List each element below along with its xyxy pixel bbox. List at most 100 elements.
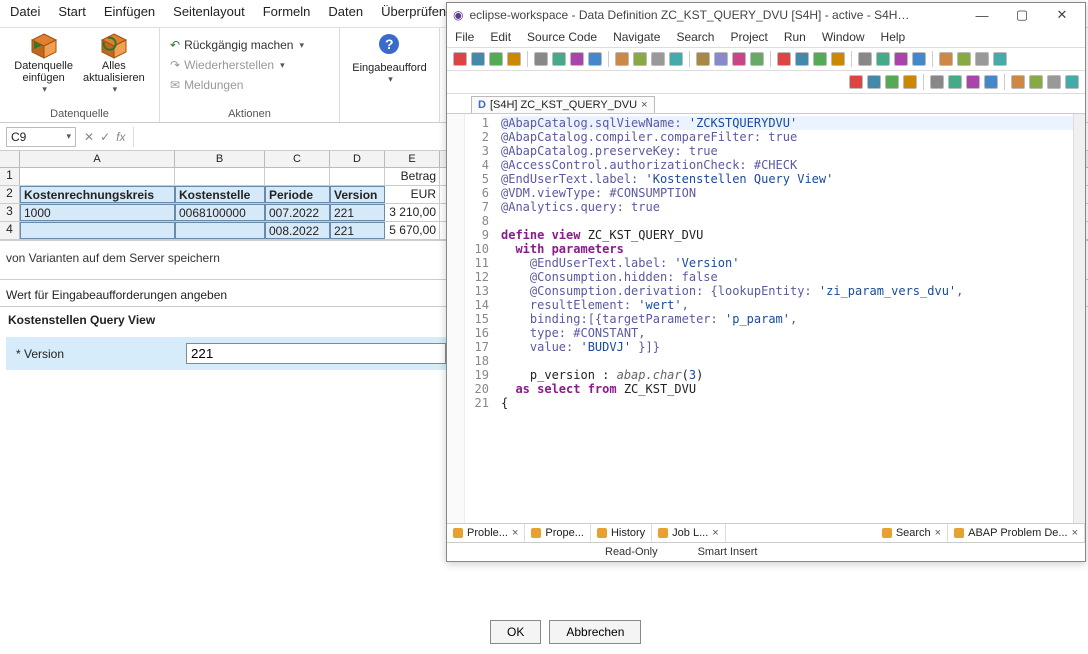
eclipse-menu-window[interactable]: Window xyxy=(822,30,865,44)
cell[interactable]: 221 xyxy=(330,204,385,221)
toolbar-icon[interactable] xyxy=(570,52,584,66)
menu-item-datei[interactable]: Datei xyxy=(10,4,40,21)
toolbar-icon[interactable] xyxy=(948,75,962,89)
close-tab-icon[interactable]: × xyxy=(641,99,647,111)
menu-item-start[interactable]: Start xyxy=(58,4,85,21)
minimize-button[interactable]: — xyxy=(965,8,999,23)
code-line[interactable]: p_version : abap.char(3) xyxy=(501,368,1073,382)
toolbar-icon[interactable] xyxy=(588,52,602,66)
code-line[interactable]: define view ZC_KST_QUERY_DVU xyxy=(501,228,1073,242)
editor-tab[interactable]: D [S4H] ZC_KST_QUERY_DVU × xyxy=(471,96,655,113)
cell[interactable]: 008.2022 xyxy=(265,222,330,239)
toolbar-icon[interactable] xyxy=(552,52,566,66)
toolbar-icon[interactable] xyxy=(903,75,917,89)
cell[interactable]: Betrag xyxy=(385,168,440,185)
toolbar-icon[interactable] xyxy=(894,52,908,66)
close-tab-icon[interactable]: × xyxy=(512,527,518,539)
toolbar-icon[interactable] xyxy=(489,52,503,66)
cell-header[interactable]: Kostenrechnungskreis xyxy=(20,186,175,203)
col-header[interactable]: D xyxy=(330,151,385,167)
cancel-button[interactable]: Abbrechen xyxy=(549,620,641,644)
code-line[interactable] xyxy=(501,214,1073,228)
code-line[interactable]: @EndUserText.label: 'Version' xyxy=(501,256,1073,270)
toolbar-icon[interactable] xyxy=(669,52,683,66)
eclipse-titlebar[interactable]: ◉ eclipse-workspace - Data Definition ZC… xyxy=(447,3,1085,27)
eclipse-menu-navigate[interactable]: Navigate xyxy=(613,30,660,44)
toolbar-icon[interactable] xyxy=(777,52,791,66)
menu-item-überprüfen[interactable]: Überprüfen xyxy=(381,4,446,21)
toolbar-icon[interactable] xyxy=(939,52,953,66)
cell[interactable]: 0068100000 xyxy=(175,204,265,221)
messages-button[interactable]: ✉ Meldungen xyxy=(170,76,304,94)
col-header[interactable]: E xyxy=(385,151,440,167)
code-line[interactable]: @AbapCatalog.sqlViewName: 'ZCKSTQUERYDVU… xyxy=(501,116,1073,130)
fx-icon[interactable]: fx xyxy=(116,130,125,144)
redo-button[interactable]: ↷ Wiederherstellen xyxy=(170,56,304,74)
menu-item-daten[interactable]: Daten xyxy=(328,4,363,21)
toolbar-icon[interactable] xyxy=(1047,75,1061,89)
bottom-tab[interactable]: Proble...× xyxy=(447,524,525,542)
toolbar-icon[interactable] xyxy=(849,75,863,89)
col-header[interactable]: A xyxy=(20,151,175,167)
cell[interactable]: 3 210,00 xyxy=(385,204,440,221)
cell[interactable]: 1000 xyxy=(20,204,175,221)
toolbar-icon[interactable] xyxy=(714,52,728,66)
code-line[interactable]: as select from ZC_KST_DVU xyxy=(501,382,1073,396)
cell[interactable]: 007.2022 xyxy=(265,204,330,221)
toolbar-icon[interactable] xyxy=(1011,75,1025,89)
col-header[interactable]: C xyxy=(265,151,330,167)
cell[interactable]: EUR xyxy=(385,186,440,203)
code-line[interactable]: @AbapCatalog.preserveKey: true xyxy=(501,144,1073,158)
eclipse-menu-edit[interactable]: Edit xyxy=(490,30,511,44)
insert-datasource-button[interactable]: ▶ Datenquelle einfügen xyxy=(14,32,73,95)
toolbar-icon[interactable] xyxy=(651,52,665,66)
code-line[interactable]: @VDM.viewType: #CONSUMPTION xyxy=(501,186,1073,200)
toolbar-icon[interactable] xyxy=(858,52,872,66)
undo-button[interactable]: ↶ Rückgängig machen xyxy=(170,36,304,54)
close-tab-icon[interactable]: × xyxy=(1072,527,1078,539)
code-line[interactable]: { xyxy=(501,396,1073,410)
toolbar-icon[interactable] xyxy=(795,52,809,66)
toolbar-icon[interactable] xyxy=(471,52,485,66)
eclipse-menu-project[interactable]: Project xyxy=(730,30,767,44)
cancel-formula-icon[interactable]: ✕ xyxy=(84,130,94,144)
eclipse-menu-search[interactable]: Search xyxy=(676,30,714,44)
toolbar-icon[interactable] xyxy=(966,75,980,89)
cell-header[interactable]: Version xyxy=(330,186,385,203)
toolbar-icon[interactable] xyxy=(813,52,827,66)
code-line[interactable]: @Consumption.derivation: {lookupEntity: … xyxy=(501,284,1073,298)
code-line[interactable]: value: 'BUDVJ' }]} xyxy=(501,340,1073,354)
toolbar-icon[interactable] xyxy=(885,75,899,89)
toolbar-icon[interactable] xyxy=(876,52,890,66)
version-input[interactable] xyxy=(186,343,446,364)
toolbar-icon[interactable] xyxy=(732,52,746,66)
toolbar-icon[interactable] xyxy=(507,52,521,66)
code-line[interactable]: @AccessControl.authorizationCheck: #CHEC… xyxy=(501,158,1073,172)
toolbar-icon[interactable] xyxy=(867,75,881,89)
toolbar-icon[interactable] xyxy=(930,75,944,89)
prompts-button[interactable]: ? Eingabeaufford xyxy=(352,32,426,85)
eclipse-menu-run[interactable]: Run xyxy=(784,30,806,44)
code-editor[interactable]: 123456789101112131415161718192021 @AbapC… xyxy=(447,114,1085,523)
name-box[interactable]: C9▾ xyxy=(6,127,76,147)
toolbar-icon[interactable] xyxy=(696,52,710,66)
toolbar-icon[interactable] xyxy=(957,52,971,66)
toolbar-icon[interactable] xyxy=(975,52,989,66)
col-header[interactable]: B xyxy=(175,151,265,167)
toolbar-icon[interactable] xyxy=(633,52,647,66)
cell-header[interactable]: Periode xyxy=(265,186,330,203)
code-line[interactable] xyxy=(501,354,1073,368)
bottom-tab[interactable]: History xyxy=(591,524,652,542)
code-line[interactable]: @Analytics.query: true xyxy=(501,200,1073,214)
close-tab-icon[interactable]: × xyxy=(712,527,718,539)
toolbar-icon[interactable] xyxy=(1029,75,1043,89)
code-line[interactable]: resultElement: 'wert', xyxy=(501,298,1073,312)
maximize-button[interactable]: ▢ xyxy=(1005,7,1039,23)
refresh-all-button[interactable]: Alles aktualisieren xyxy=(83,32,145,95)
toolbar-icon[interactable] xyxy=(534,52,548,66)
close-button[interactable]: ✕ xyxy=(1045,7,1079,23)
cell-header[interactable]: Kostenstelle xyxy=(175,186,265,203)
toolbar-icon[interactable] xyxy=(984,75,998,89)
toolbar-icon[interactable] xyxy=(615,52,629,66)
toolbar-icon[interactable] xyxy=(750,52,764,66)
